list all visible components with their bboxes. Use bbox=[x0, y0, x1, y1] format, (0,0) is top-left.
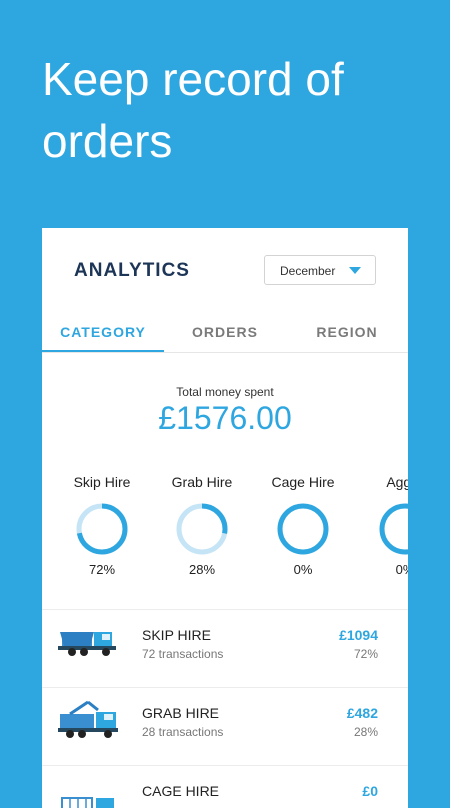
list-item-percent: 28% bbox=[353, 725, 378, 739]
donut-track bbox=[277, 503, 329, 555]
total-spent-value: £1576.00 bbox=[158, 400, 292, 436]
tab-bar: CATEGORY ORDERS REGION bbox=[42, 316, 408, 353]
donut-track bbox=[379, 503, 408, 555]
category-skip-hire[interactable]: Skip Hire 72% bbox=[51, 472, 153, 577]
cage-truck-icon bbox=[61, 797, 114, 808]
grab-truck-icon bbox=[58, 700, 118, 738]
month-dropdown[interactable]: December bbox=[264, 255, 376, 285]
list-item-title: SKIP HIRE bbox=[142, 627, 211, 643]
chevron-down-icon bbox=[349, 267, 361, 274]
promo-headline-line-1: Keep record of bbox=[42, 53, 344, 105]
list-item-title: CAGE HIRE bbox=[142, 783, 220, 799]
category-name: Grab Hire bbox=[171, 474, 233, 490]
category-donut bbox=[277, 503, 329, 555]
page-title: ANALYTICS bbox=[74, 260, 190, 281]
category-name: Aggre bbox=[386, 474, 408, 490]
promo-headline: Keep record of orders bbox=[42, 48, 422, 172]
list-item-amount: £1094 bbox=[339, 627, 378, 643]
promo-headline-line-2: orders bbox=[42, 115, 173, 167]
list-item-subtitle: 28 transactions bbox=[142, 725, 224, 739]
total-spent-label: Total money spent bbox=[176, 385, 274, 399]
category-grab-hire[interactable]: Grab Hire 28% bbox=[151, 472, 253, 577]
list-item-skip-hire[interactable]: SKIP HIRE 72 transactions £1094 72% bbox=[42, 610, 408, 687]
list-item-amount: £482 bbox=[346, 705, 378, 721]
list-item-title: GRAB HIRE bbox=[142, 705, 220, 721]
month-dropdown-value: December bbox=[280, 264, 336, 278]
category-percent: 28% bbox=[188, 562, 216, 577]
category-aggregates[interactable]: Aggre 0% bbox=[354, 472, 408, 577]
category-percent: 72% bbox=[88, 562, 116, 577]
tab-orders[interactable]: ORDERS bbox=[164, 316, 286, 352]
category-name: Skip Hire bbox=[73, 474, 131, 490]
category-donut bbox=[176, 503, 228, 555]
skip-truck-icon bbox=[58, 632, 116, 656]
category-donut bbox=[76, 503, 128, 555]
category-percent: 0% bbox=[395, 562, 408, 577]
list-item-grab-hire[interactable]: GRAB HIRE 28 transactions £482 28% bbox=[42, 688, 408, 765]
category-cage-hire[interactable]: Cage Hire 0% bbox=[252, 472, 354, 577]
category-name: Cage Hire bbox=[271, 474, 335, 490]
category-donut bbox=[379, 503, 408, 555]
list-item-cage-hire[interactable]: CAGE HIRE £0 bbox=[42, 766, 408, 808]
list-item-percent: 72% bbox=[353, 647, 378, 661]
analytics-card: ANALYTICS December CATEGORY ORDERS REGIO… bbox=[42, 228, 408, 808]
category-percent: 0% bbox=[293, 562, 313, 577]
list-item-amount: £0 bbox=[362, 783, 378, 799]
tab-region[interactable]: REGION bbox=[286, 316, 408, 352]
tab-category[interactable]: CATEGORY bbox=[42, 316, 164, 352]
list-item-subtitle: 72 transactions bbox=[142, 647, 224, 661]
